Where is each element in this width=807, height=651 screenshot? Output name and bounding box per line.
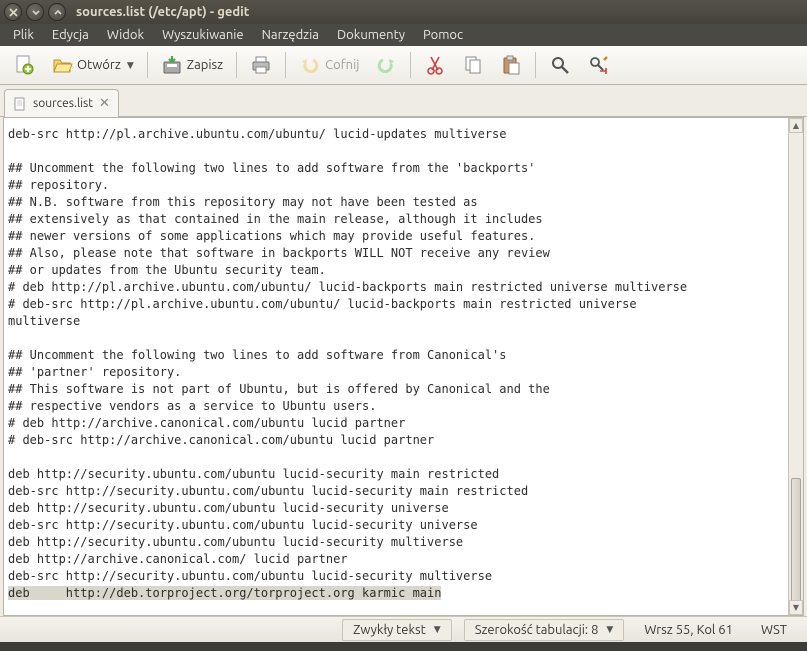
undo-button[interactable]: Cofnij — [292, 49, 366, 81]
undo-label: Cofnij — [325, 58, 359, 72]
scroll-up-arrow[interactable]: ▲ — [789, 118, 803, 133]
chevron-down-icon: ▼ — [434, 624, 441, 635]
copy-button[interactable] — [455, 49, 491, 81]
find-replace-button[interactable] — [580, 49, 616, 81]
editor[interactable]: --- ----,,,-------------------,------, -… — [3, 117, 804, 616]
toolbar: Otwórz ▼ Zapisz Cofnij — [0, 46, 807, 85]
toolbar-separator — [236, 52, 237, 78]
editor-content[interactable]: --- ----,,,-------------------,------, -… — [4, 118, 803, 604]
print-button[interactable] — [243, 49, 279, 81]
close-window-button[interactable] — [4, 3, 22, 21]
syntax-selector[interactable]: Zwykły tekst ▼ — [342, 619, 452, 641]
vertical-scrollbar[interactable]: ▲ ▼ — [788, 118, 803, 615]
toolbar-separator — [147, 52, 148, 78]
tabbar: sources.list ✕ — [0, 85, 807, 117]
cut-button[interactable] — [417, 49, 453, 81]
insert-mode: WST — [753, 623, 795, 637]
maximize-window-button[interactable] — [48, 3, 66, 21]
close-tab-icon[interactable]: ✕ — [99, 96, 110, 111]
document-tab[interactable]: sources.list ✕ — [4, 89, 119, 117]
paste-button[interactable] — [493, 49, 529, 81]
window-resize-footer — [0, 642, 807, 651]
menu-view[interactable]: Widok — [98, 26, 153, 44]
redo-button[interactable] — [368, 49, 404, 81]
scrollbar-thumb[interactable] — [791, 478, 801, 608]
menu-tools[interactable]: Narzędzia — [253, 26, 328, 44]
document-icon — [13, 97, 27, 111]
new-document-button[interactable] — [6, 49, 42, 81]
syntax-label: Zwykły tekst — [353, 623, 426, 637]
scroll-down-arrow[interactable]: ▼ — [789, 600, 803, 615]
save-button[interactable]: Zapisz — [154, 49, 230, 81]
toolbar-separator — [535, 52, 536, 78]
chevron-down-icon: ▼ — [127, 60, 134, 71]
titlebar: sources.list (/etc/apt) - gedit — [0, 0, 807, 24]
menu-file[interactable]: Plik — [4, 26, 43, 44]
menu-documents[interactable]: Dokumenty — [328, 26, 414, 44]
toolbar-separator — [285, 52, 286, 78]
find-button[interactable] — [542, 49, 578, 81]
menubar: Plik Edycja Widok Wyszukiwanie Narzędzia… — [0, 24, 807, 46]
minimize-window-button[interactable] — [26, 3, 44, 21]
open-button[interactable]: Otwórz ▼ — [44, 49, 141, 81]
cursor-position: Wrsz 55, Kol 61 — [636, 623, 741, 637]
statusbar: Zwykły tekst ▼ Szerokość tabulacji: 8 ▼ … — [0, 616, 807, 642]
open-label: Otwórz — [77, 58, 121, 72]
tab-label: sources.list — [33, 97, 93, 110]
toolbar-separator — [410, 52, 411, 78]
save-label: Zapisz — [187, 58, 223, 72]
menu-help[interactable]: Pomoc — [414, 26, 472, 44]
menu-edit[interactable]: Edycja — [43, 26, 98, 44]
tabwidth-selector[interactable]: Szerokość tabulacji: 8 ▼ — [464, 619, 625, 641]
menu-search[interactable]: Wyszukiwanie — [153, 26, 253, 44]
chevron-down-icon: ▼ — [606, 624, 613, 635]
window-title: sources.list (/etc/apt) - gedit — [76, 5, 249, 19]
tabwidth-label: Szerokość tabulacji: 8 — [475, 623, 599, 637]
